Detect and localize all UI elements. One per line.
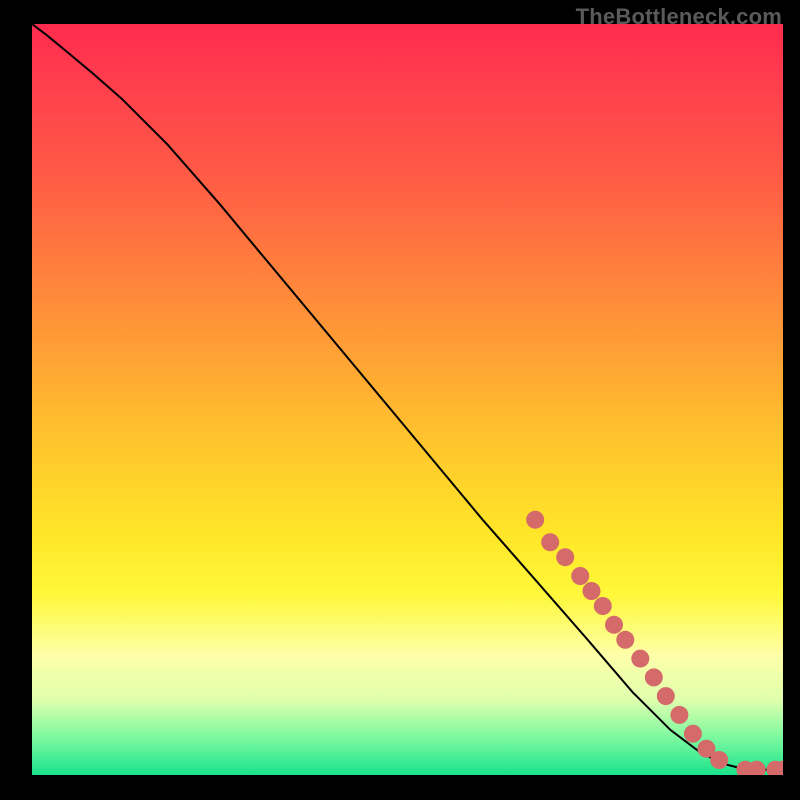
chart-marker	[736, 761, 754, 775]
chart-marker	[616, 631, 634, 649]
chart-marker	[748, 761, 766, 775]
chart-marker	[541, 533, 559, 551]
chart-marker	[657, 687, 675, 705]
chart-marker	[583, 582, 601, 600]
chart-marker	[605, 616, 623, 634]
plot-area	[32, 24, 783, 775]
chart-marker	[774, 761, 783, 775]
chart-marker	[670, 706, 688, 724]
chart-stage: TheBottleneck.com	[0, 0, 800, 800]
chart-line	[32, 24, 783, 770]
chart-marker	[767, 761, 784, 775]
chart-markers	[526, 511, 783, 775]
chart-marker	[571, 567, 589, 585]
chart-marker	[684, 725, 702, 743]
chart-marker	[697, 740, 715, 758]
chart-marker	[556, 548, 574, 566]
chart-svg	[32, 24, 783, 775]
chart-marker	[631, 650, 649, 668]
chart-marker	[645, 668, 663, 686]
chart-marker	[710, 751, 728, 769]
chart-marker	[526, 511, 544, 529]
watermark-text: TheBottleneck.com	[576, 4, 782, 30]
chart-marker	[594, 597, 612, 615]
